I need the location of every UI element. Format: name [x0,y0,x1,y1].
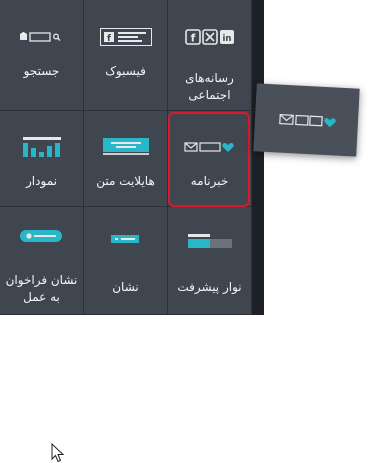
social-media-icons: f in [168,26,251,48]
widget-facebook-label: فیسبوک [105,64,146,78]
widget-grid: جستجو f فیسبوک f in [0,0,252,463]
widget-cta-label-line1: نشان فراخوان [5,273,78,287]
widget-call-to-action[interactable]: نشان فراخوان به عمل [0,207,84,463]
widget-progress-label: نوار پیشرفت [177,280,242,294]
widget-chart-label: نمودار [26,174,57,188]
widget-facebook[interactable]: f فیسبوک [84,0,168,111]
newsletter-icon [255,109,359,130]
widget-chart[interactable]: نمودار [0,111,84,207]
widget-social-media[interactable]: f in رسانه‌های اجتماعی [168,0,252,111]
widget-cta-label: نشان فراخوان به عمل [2,272,81,306]
badge-icon [84,228,167,258]
widget-badge[interactable]: نشان [84,207,168,315]
widget-search-label: جستجو [23,64,60,78]
progress-bar-icon [168,228,251,258]
call-to-action-badge-icon [0,228,83,258]
widget-newsletter[interactable]: خبرنامه [168,111,252,207]
widget-text-highlight[interactable]: هایلایت متن [84,111,168,207]
widget-social-label: رسانه‌های اجتماعی [170,70,249,104]
facebook-icon: f [84,26,167,48]
widget-newsletter-label: خبرنامه [190,174,229,188]
widget-progress-bar[interactable]: نوار پیشرفت [168,207,252,315]
panel-scrollbar-track[interactable] [252,0,264,315]
svg-text:in: in [222,34,231,44]
widget-search[interactable]: جستجو [0,0,84,111]
widget-highlight-label: هایلایت متن [96,174,155,188]
widget-cta-label-line2: به عمل [23,290,60,304]
drag-preview-newsletter[interactable] [253,83,360,157]
svg-text:f: f [190,32,195,45]
mouse-cursor-icon [51,443,64,463]
svg-text:f: f [107,34,111,44]
text-highlight-icon [84,136,167,158]
search-icon [0,26,83,48]
widget-social-label-line1: رسانه‌های [185,71,234,85]
newsletter-icon [168,136,251,158]
widget-badge-label: نشان [112,280,139,294]
bar-chart-icon [0,136,83,158]
widget-social-label-line2: اجتماعی [188,88,231,102]
